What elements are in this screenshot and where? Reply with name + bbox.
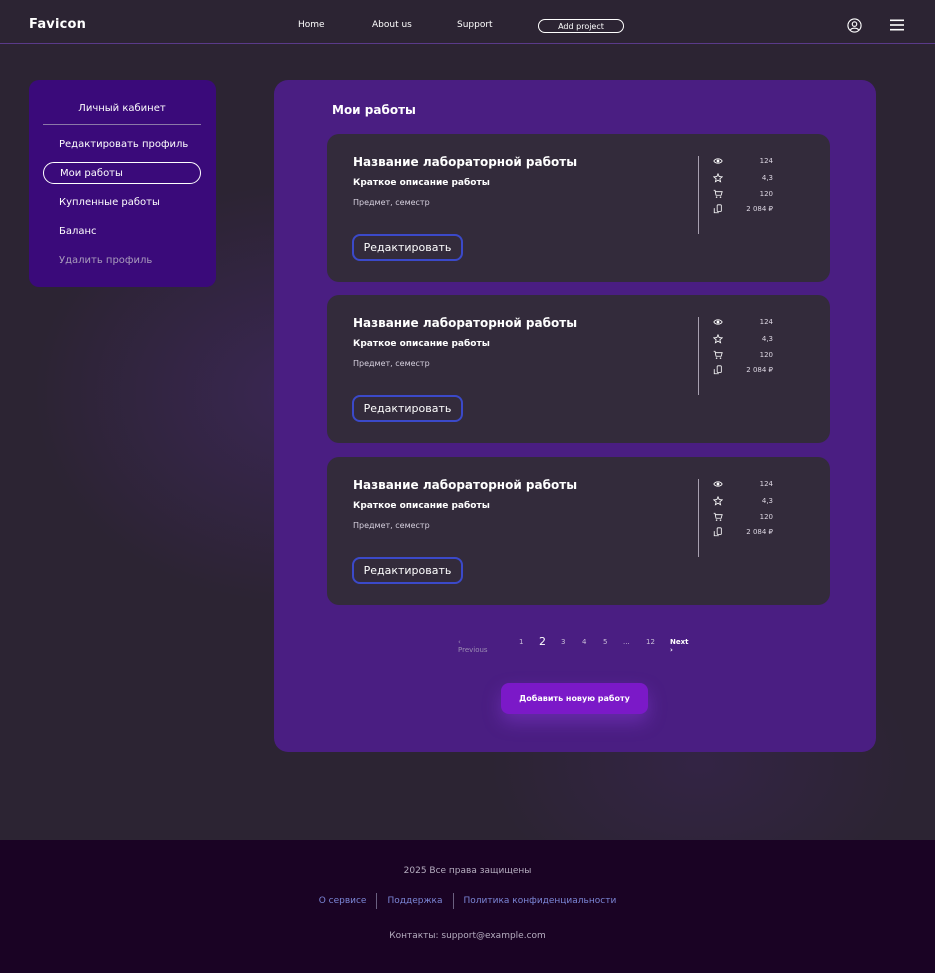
contacts: Контакты: support@example.com	[389, 931, 546, 941]
purchases-count: 120	[759, 513, 773, 521]
work-card: Название лабораторной работы Краткое опи…	[327, 134, 830, 282]
nav-home[interactable]: Home	[298, 20, 325, 30]
sidebar-title: Личный кабинет	[43, 103, 201, 125]
footer-link-support[interactable]: Поддержка	[377, 896, 452, 906]
footer-link-about[interactable]: О сервисе	[309, 896, 377, 906]
add-new-work-button[interactable]: Добавить новую работу	[501, 683, 648, 714]
sidebar-item-purchased-works[interactable]: Купленные работы	[43, 191, 201, 213]
revenue-value: 2 084 ₽	[746, 528, 773, 536]
pagination-ellipsis: ...	[623, 638, 630, 646]
sidebar-item-edit-profile[interactable]: Редактировать профиль	[43, 133, 201, 155]
work-title: Название лабораторной работы	[353, 155, 578, 169]
money-icon	[713, 365, 722, 375]
work-subject: Предмет, семестр	[353, 198, 430, 207]
sidebar-item-my-works[interactable]: Мои работы	[43, 162, 201, 184]
views-count: 124	[759, 318, 773, 326]
revenue-stat: 2 084 ₽	[713, 525, 773, 539]
revenue-value: 2 084 ₽	[746, 366, 773, 374]
footer-link-privacy[interactable]: Политика конфиденциальности	[454, 896, 627, 906]
pagination-next[interactable]: Next ›	[670, 638, 688, 654]
work-card: Название лабораторной работы Краткое опи…	[327, 457, 830, 605]
purchases-stat: 120	[713, 510, 773, 524]
views-count: 124	[759, 157, 773, 165]
edit-work-button[interactable]: Редактировать	[352, 234, 463, 261]
eye-icon	[713, 158, 723, 164]
purchases-stat: 120	[713, 348, 773, 362]
views-count: 124	[759, 480, 773, 488]
pagination-previous[interactable]: ‹ Previous	[458, 638, 488, 654]
account-sidebar: Личный кабинет Редактировать профиль Мои…	[29, 80, 216, 287]
my-works-panel: Мои работы Название лабораторной работы …	[274, 80, 876, 752]
add-project-button[interactable]: Add project	[538, 19, 624, 33]
chevron-left-icon: ‹	[458, 638, 461, 646]
footer: 2025 Все права защищены О сервисе Поддер…	[0, 840, 935, 973]
pagination-previous-label: Previous	[458, 646, 488, 654]
rating-stat: 4,3	[713, 494, 773, 508]
sidebar-item-balance[interactable]: Баланс	[43, 220, 201, 242]
eye-icon	[713, 481, 723, 487]
edit-work-button[interactable]: Редактировать	[352, 557, 463, 584]
pagination-page-4[interactable]: 4	[582, 638, 586, 646]
nav-support[interactable]: Support	[457, 20, 493, 30]
pagination-next-label: Next	[670, 638, 689, 646]
views-stat: 124	[713, 154, 773, 168]
revenue-stat: 2 084 ₽	[713, 363, 773, 377]
work-description: Краткое описание работы	[353, 178, 490, 188]
work-title: Название лабораторной работы	[353, 478, 578, 492]
money-icon	[713, 527, 722, 537]
pagination-page-1[interactable]: 1	[519, 638, 523, 646]
pagination-page-current[interactable]: 2	[539, 635, 546, 648]
work-card: Название лабораторной работы Краткое опи…	[327, 295, 830, 443]
purchases-count: 120	[759, 190, 773, 198]
pagination-page-12[interactable]: 12	[646, 638, 655, 646]
footer-links: О сервисе Поддержка Политика конфиденциа…	[0, 893, 935, 909]
top-navbar: Favicon Home About us Support Add projec…	[0, 0, 935, 44]
cart-icon	[713, 512, 723, 521]
rating-value: 4,3	[761, 497, 773, 505]
rating-stat: 4,3	[713, 332, 773, 346]
cart-icon	[713, 189, 723, 198]
edit-work-button[interactable]: Редактировать	[352, 395, 463, 422]
work-subject: Предмет, семестр	[353, 359, 430, 368]
card-divider	[698, 156, 699, 234]
purchases-count: 120	[759, 351, 773, 359]
hamburger-menu-icon[interactable]	[890, 19, 904, 31]
sidebar-item-delete-profile[interactable]: Удалить профиль	[43, 249, 201, 271]
user-circle-icon[interactable]	[847, 18, 862, 33]
rating-value: 4,3	[761, 174, 773, 182]
work-description: Краткое описание работы	[353, 339, 490, 349]
logo[interactable]: Favicon	[29, 17, 86, 32]
revenue-value: 2 084 ₽	[746, 205, 773, 213]
eye-icon	[713, 319, 723, 325]
star-icon	[713, 496, 723, 506]
pagination-page-5[interactable]: 5	[603, 638, 607, 646]
copyright: 2025 Все права защищены	[403, 866, 532, 876]
purchases-stat: 120	[713, 187, 773, 201]
card-divider	[698, 479, 699, 557]
star-icon	[713, 334, 723, 344]
rating-stat: 4,3	[713, 171, 773, 185]
money-icon	[713, 204, 722, 214]
cart-icon	[713, 350, 723, 359]
revenue-stat: 2 084 ₽	[713, 202, 773, 216]
views-stat: 124	[713, 477, 773, 491]
rating-value: 4,3	[761, 335, 773, 343]
nav-about-us[interactable]: About us	[372, 20, 412, 30]
chevron-right-icon: ›	[670, 646, 673, 654]
page-title: Мои работы	[332, 103, 416, 117]
views-stat: 124	[713, 315, 773, 329]
work-subject: Предмет, семестр	[353, 521, 430, 530]
star-icon	[713, 173, 723, 183]
pagination-page-3[interactable]: 3	[561, 638, 565, 646]
work-title: Название лабораторной работы	[353, 316, 578, 330]
card-divider	[698, 317, 699, 395]
work-description: Краткое описание работы	[353, 501, 490, 511]
